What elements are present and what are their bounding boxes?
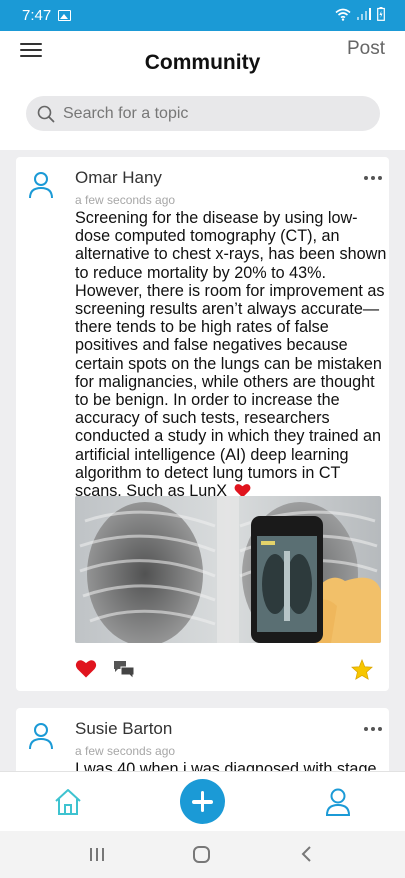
- battery-icon: [377, 7, 385, 21]
- wifi-icon: [335, 8, 351, 21]
- app-header: Community Post: [0, 31, 405, 150]
- user-avatar-icon[interactable]: [28, 171, 54, 199]
- more-options-icon[interactable]: [364, 727, 382, 731]
- system-home-icon[interactable]: [193, 846, 210, 863]
- bottom-navigation: [0, 771, 405, 831]
- home-icon[interactable]: [53, 788, 83, 816]
- more-options-icon[interactable]: [364, 176, 382, 180]
- star-icon[interactable]: [351, 659, 373, 680]
- post-timestamp: a few seconds ago: [75, 193, 176, 207]
- heart-icon[interactable]: [75, 659, 97, 678]
- post-author[interactable]: Susie Barton: [75, 719, 172, 739]
- post-text: Screening for the disease by using low-d…: [75, 209, 387, 501]
- post-timestamp: a few seconds ago: [75, 744, 176, 758]
- status-time: 7:47: [22, 7, 52, 24]
- post-author[interactable]: Omar Hany: [75, 168, 162, 188]
- add-post-button[interactable]: [180, 779, 225, 824]
- system-navigation-bar: [0, 831, 405, 878]
- search-icon: [37, 105, 55, 122]
- system-status-icons: [335, 7, 385, 21]
- recent-apps-icon[interactable]: [89, 847, 105, 862]
- user-avatar-icon[interactable]: [28, 722, 54, 750]
- signal-icon: [357, 8, 371, 20]
- post-body: Screening for the disease by using low-d…: [75, 209, 387, 500]
- post-button[interactable]: Post: [347, 38, 385, 60]
- post-image[interactable]: [75, 496, 381, 643]
- profile-icon[interactable]: [325, 788, 351, 816]
- page-title: Community: [144, 51, 261, 74]
- search-input[interactable]: [63, 104, 353, 123]
- gallery-icon: [58, 10, 71, 21]
- search-bar[interactable]: [26, 96, 380, 131]
- back-icon[interactable]: [301, 846, 313, 862]
- post-card: Omar Hany a few seconds ago Screening fo…: [16, 157, 389, 691]
- comment-icon[interactable]: [113, 660, 135, 680]
- status-bar: 7:47: [0, 0, 405, 31]
